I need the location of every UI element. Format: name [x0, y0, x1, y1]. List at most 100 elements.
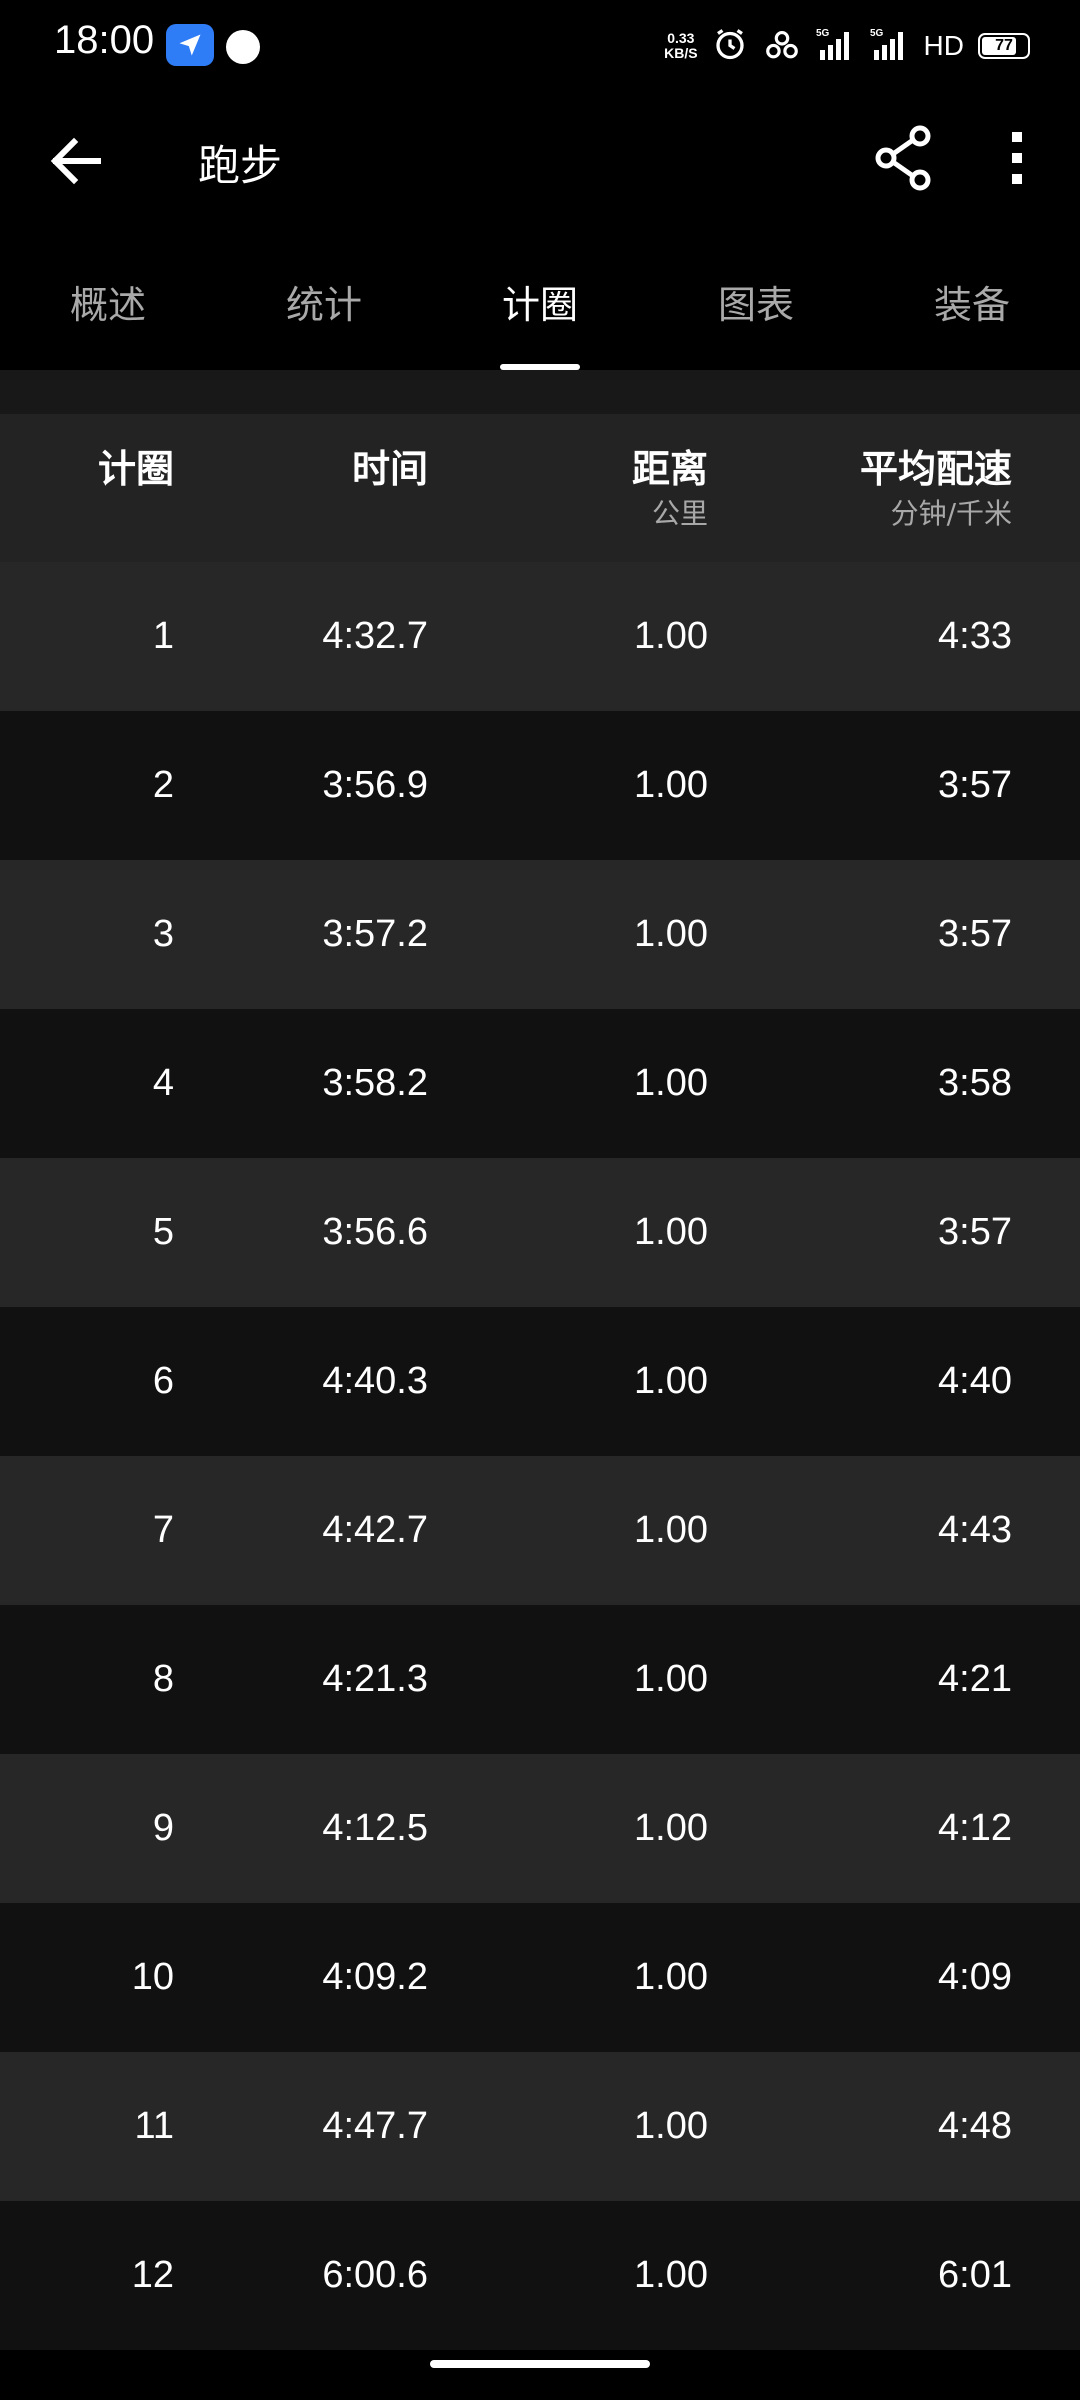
lap-number: 7 [152, 1509, 174, 1551]
lap-distance: 1.00 [634, 1211, 708, 1253]
header-lap-label: 计圈 [97, 447, 174, 491]
tab-gear[interactable]: 装备 [864, 230, 1080, 370]
tab-charts[interactable]: 图表 [648, 230, 864, 370]
lap-time: 3:58.2 [322, 1062, 428, 1104]
lap-pace: 4:09 [938, 1956, 1012, 1998]
lap-distance: 1.00 [634, 913, 708, 955]
tab-laps[interactable]: 计圈 [432, 230, 648, 370]
net-speed-unit: KB/S [664, 45, 698, 61]
table-row[interactable]: 4 3:58.2 1.00 3:58 [0, 1009, 1080, 1158]
table-row[interactable]: 9 4:12.5 1.00 4:12 [0, 1754, 1080, 1903]
lap-pace: 3:57 [938, 764, 1012, 806]
tab-label: 统计 [285, 283, 362, 327]
status-bar: 18:00 0.33 KB/S 5G 5G HD 77 [0, 0, 1080, 92]
net-speed: 0.33 KB/S [664, 31, 697, 61]
hotspot-icon [762, 26, 802, 66]
signal-icon-2: 5G [870, 26, 910, 66]
lap-pace: 4:43 [938, 1509, 1012, 1551]
lap-distance: 1.00 [634, 2105, 708, 2147]
lap-time: 3:57.2 [322, 913, 428, 955]
signal-icon-1: 5G [816, 26, 856, 66]
lap-number: 6 [152, 1360, 174, 1402]
lap-distance: 1.00 [634, 1360, 708, 1402]
tab-label: 概述 [69, 283, 146, 327]
header-pace-unit: 分钟/千米 [890, 497, 1012, 530]
lap-number: 2 [152, 764, 174, 806]
navigation-bar [0, 2350, 1080, 2400]
lap-number: 12 [131, 2254, 174, 2296]
laps-table-header: 计圈 时间 距离 公里 平均配速 分钟/千米 [0, 414, 1080, 562]
lap-distance: 1.00 [634, 1956, 708, 1998]
table-row[interactable]: 3 3:57.2 1.00 3:57 [0, 860, 1080, 1009]
net-speed-value: 0.33 [667, 30, 695, 46]
lap-pace: 4:40 [938, 1360, 1012, 1402]
lap-number: 9 [152, 1807, 174, 1849]
lap-number: 4 [152, 1062, 174, 1104]
page-title: 跑步 [198, 141, 283, 190]
header-pace: 平均配速 分钟/千米 [860, 444, 1012, 534]
lap-pace: 3:57 [938, 1211, 1012, 1253]
laps-table-body: 1 4:32.7 1.00 4:33 2 3:56.9 1.00 3:57 3 … [0, 562, 1080, 2350]
lap-pace: 3:58 [938, 1062, 1012, 1104]
lap-time: 6:00.6 [322, 2254, 428, 2296]
back-button[interactable] [40, 128, 112, 194]
lap-time: 4:32.7 [322, 615, 428, 657]
table-row[interactable]: 8 4:21.3 1.00 4:21 [0, 1605, 1080, 1754]
lap-distance: 1.00 [634, 1658, 708, 1700]
share-button[interactable] [868, 122, 940, 194]
network-label-2: 5G [870, 28, 884, 39]
lap-pace: 3:57 [938, 913, 1012, 955]
lap-time: 4:47.7 [322, 2105, 428, 2147]
table-row[interactable]: 12 6:00.6 1.00 6:01 [0, 2201, 1080, 2350]
lap-pace: 4:48 [938, 2105, 1012, 2147]
share-icon [875, 125, 931, 191]
tab-label: 计圈 [501, 283, 578, 327]
header-time-label: 时间 [351, 447, 428, 491]
lap-time: 4:40.3 [322, 1360, 428, 1402]
battery-level: 77 [995, 37, 1013, 54]
table-row[interactable]: 5 3:56.6 1.00 3:57 [0, 1158, 1080, 1307]
lap-time: 3:56.6 [322, 1211, 428, 1253]
lap-pace: 4:21 [938, 1658, 1012, 1700]
lap-time: 4:09.2 [322, 1956, 428, 1998]
battery-icon: 77 [978, 33, 1030, 59]
tab-label: 装备 [933, 283, 1010, 327]
more-options-button[interactable] [990, 122, 1046, 194]
alarm-icon [712, 26, 748, 66]
lap-distance: 1.00 [634, 1807, 708, 1849]
table-row[interactable]: 6 4:40.3 1.00 4:40 [0, 1307, 1080, 1456]
navigation-arrow-icon [166, 24, 214, 66]
status-time: 18:00 [54, 18, 155, 62]
lap-number: 1 [152, 615, 174, 657]
table-row[interactable]: 7 4:42.7 1.00 4:43 [0, 1456, 1080, 1605]
lap-pace: 4:33 [938, 615, 1012, 657]
more-vertical-icon [1012, 132, 1022, 184]
header-distance-unit: 公里 [651, 497, 708, 530]
divider [0, 370, 1080, 414]
table-row[interactable]: 1 4:32.7 1.00 4:33 [0, 562, 1080, 711]
home-indicator[interactable] [430, 2360, 650, 2368]
header-distance-label: 距离 [631, 447, 708, 491]
lap-time: 4:42.7 [322, 1509, 428, 1551]
header-pace-label: 平均配速 [859, 447, 1012, 491]
lap-number: 11 [134, 2105, 174, 2147]
status-icons: 0.33 KB/S 5G 5G HD 77 [664, 26, 1030, 66]
app-bar: 跑步 [0, 92, 1080, 230]
network-label-1: 5G [816, 28, 830, 39]
lap-time: 3:56.9 [322, 764, 428, 806]
chat-bubble-icon [226, 30, 260, 64]
tab-overview[interactable]: 概述 [0, 230, 216, 370]
header-distance: 距离 公里 [632, 444, 708, 534]
lap-number: 3 [152, 913, 174, 955]
table-row[interactable]: 2 3:56.9 1.00 3:57 [0, 711, 1080, 860]
table-row[interactable]: 11 4:47.7 1.00 4:48 [0, 2052, 1080, 2201]
tab-stats[interactable]: 统计 [216, 230, 432, 370]
arrow-left-icon [50, 137, 101, 185]
table-row[interactable]: 10 4:09.2 1.00 4:09 [0, 1903, 1080, 2052]
lap-distance: 1.00 [634, 615, 708, 657]
lap-number: 5 [152, 1211, 174, 1253]
lap-pace: 6:01 [938, 2254, 1012, 2296]
lap-distance: 1.00 [634, 1509, 708, 1551]
lap-time: 4:12.5 [322, 1807, 428, 1849]
lap-number: 8 [152, 1658, 174, 1700]
